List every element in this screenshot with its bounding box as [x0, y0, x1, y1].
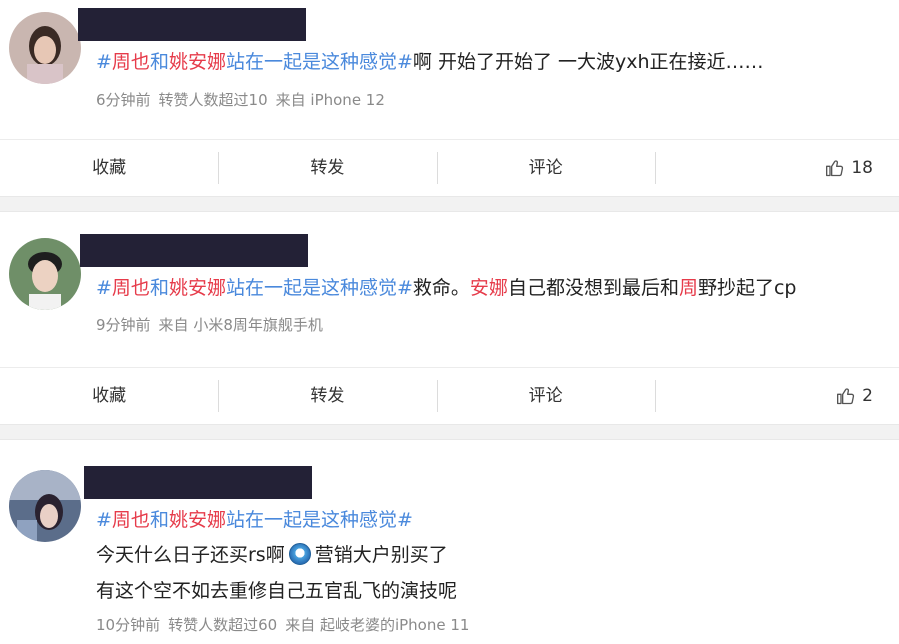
repost-button[interactable]: 转发: [218, 140, 436, 196]
post-meta: 6分钟前 转赞人数超过10 来自 iPhone 12: [96, 89, 393, 110]
post-source: 来自 小米8周年旗舰手机: [158, 316, 323, 334]
post-content: #周也和姚安娜站在一起是这种感觉#救命。安娜自己都没想到最后和周野抄起了cp: [96, 277, 797, 299]
repost-button[interactable]: 转发: [218, 368, 436, 424]
post-divider: [0, 196, 899, 212]
repost-count-note: 转赞人数超过60: [168, 616, 278, 634]
post-text-line: 有这个空不如去重修自己五官乱飞的演技呢: [96, 580, 458, 602]
redacted-username: [80, 234, 308, 267]
weibo-post-3: #周也和姚安娜站在一起是这种感觉# 今天什么日子还买rs啊 营销大户别买了 有这个…: [0, 440, 899, 640]
weibo-post-2: #周也和姚安娜站在一起是这种感觉#救命。安娜自己都没想到最后和周野抄起了cp 9…: [0, 212, 899, 424]
post-source: 来自 iPhone 12: [275, 91, 385, 109]
redacted-username: [84, 466, 312, 499]
post-meta: 10分钟前 转赞人数超过60 来自 起岐老婆的iPhone 11: [96, 614, 477, 635]
like-count: 2: [862, 386, 873, 406]
post-divider: [0, 424, 899, 440]
like-button[interactable]: 2: [654, 368, 899, 424]
hashtag-link[interactable]: #周也和姚安娜站在一起是这种感觉#: [96, 277, 413, 299]
collect-button[interactable]: 收藏: [0, 368, 218, 424]
hashtag-link[interactable]: #周也和姚安娜站在一起是这种感觉#: [96, 51, 413, 73]
post-text: 救命。: [412, 277, 470, 299]
post-text-line: 今天什么日子还买rs啊 营销大户别买了: [96, 543, 448, 566]
post-time: 6分钟前: [96, 91, 151, 109]
post-content: #周也和姚安娜站在一起是这种感觉#啊 开始了开始了 一大波yxh正在接近……: [96, 48, 879, 76]
mention-highlight: 周: [678, 277, 698, 299]
repost-count-note: 转赞人数超过10: [158, 91, 268, 109]
doraemon-emoji-icon: [288, 543, 311, 565]
collect-button[interactable]: 收藏: [0, 140, 218, 196]
post-time: 10分钟前: [96, 616, 161, 634]
mention-highlight: 安娜: [469, 277, 508, 299]
hashtag-link[interactable]: #周也和姚安娜站在一起是这种感觉#: [96, 509, 413, 531]
user-avatar[interactable]: [9, 238, 81, 310]
action-bar: 收藏 转发 评论 2: [0, 367, 899, 424]
post-content: #周也和姚安娜站在一起是这种感觉#: [96, 506, 879, 534]
post-time: 9分钟前: [96, 316, 151, 334]
thumbs-up-icon: [826, 160, 844, 177]
action-bar: 收藏 转发 评论 18: [0, 139, 899, 196]
post-text: 啊 开始了开始了 一大波yxh正在接近……: [412, 51, 764, 73]
comment-button[interactable]: 评论: [436, 140, 655, 196]
user-avatar[interactable]: [9, 12, 81, 84]
like-count: 18: [851, 158, 873, 178]
like-button[interactable]: 18: [654, 140, 899, 196]
thumbs-up-icon: [837, 388, 855, 405]
user-avatar[interactable]: [9, 470, 81, 542]
post-meta: 9分钟前 来自 小米8周年旗舰手机: [96, 314, 331, 335]
redacted-username: [78, 8, 306, 41]
weibo-post-1: #周也和姚安娜站在一起是这种感觉#啊 开始了开始了 一大波yxh正在接近…… 6…: [0, 0, 899, 196]
comment-button[interactable]: 评论: [436, 368, 655, 424]
post-source: 来自 起岐老婆的iPhone 11: [285, 616, 470, 634]
